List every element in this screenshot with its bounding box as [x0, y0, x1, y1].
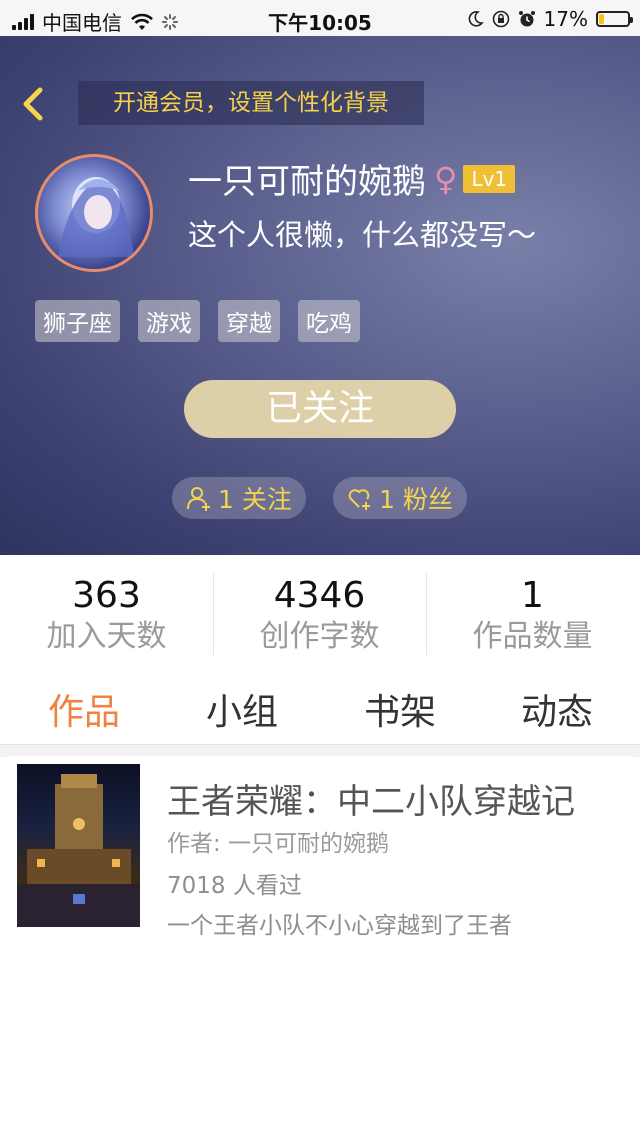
- book-cover[interactable]: [17, 764, 140, 927]
- fans-count-button[interactable]: 1 粉丝: [333, 477, 467, 519]
- battery-icon: [596, 11, 633, 27]
- book-views: 7018 人看过: [167, 873, 302, 899]
- battery-percent: 17%: [543, 7, 588, 31]
- book-card[interactable]: 王者荣耀：中二小队穿越记 作者: 一只可耐的婉鹅 7018 人看过 一个王者小队…: [10, 756, 630, 942]
- tag-list: 狮子座 游戏 穿越 吃鸡: [35, 300, 360, 342]
- level-badge: Lv1: [463, 164, 516, 193]
- book-author: 作者: 一只可耐的婉鹅: [167, 831, 390, 857]
- tab-activity[interactable]: 动态: [521, 683, 593, 735]
- stat-label: 创作字数: [259, 619, 380, 654]
- stat-word-count: 4346 创作字数: [213, 555, 426, 665]
- tag-item: 吃鸡: [298, 300, 360, 342]
- stat-value: 4346: [273, 575, 366, 616]
- tab-groups[interactable]: 小组: [206, 683, 278, 735]
- female-icon: ♀: [434, 159, 458, 198]
- profile-header: 开通会员，设置个性化背景 一只可耐的婉鹅 ♀ Lv1 这个人很懒，什么都没写～ …: [0, 36, 640, 555]
- tag-item: 狮子座: [35, 300, 120, 342]
- moon-icon: [468, 11, 484, 27]
- cover-image: [17, 774, 140, 927]
- tab-works[interactable]: 作品: [48, 683, 120, 735]
- stat-works-count: 1 作品数量: [426, 555, 639, 665]
- back-arrow-icon[interactable]: [14, 84, 50, 124]
- rotation-lock-icon: [492, 10, 509, 28]
- status-bar: 中国电信 下午10:05 17%: [0, 0, 640, 36]
- stat-label: 加入天数: [46, 619, 167, 654]
- tag-item: 游戏: [138, 300, 200, 342]
- add-user-icon: [187, 487, 210, 511]
- tab-bookshelf[interactable]: 书架: [364, 683, 436, 735]
- stat-value: 363: [72, 575, 141, 616]
- vip-banner[interactable]: 开通会员，设置个性化背景: [78, 81, 424, 125]
- username: 一只可耐的婉鹅: [188, 162, 426, 202]
- book-title[interactable]: 王者荣耀：中二小队穿越记: [167, 774, 575, 823]
- stat-join-days: 363 加入天数: [0, 555, 213, 665]
- stat-value: 1: [521, 575, 544, 616]
- following-count-button[interactable]: 1 关注: [172, 477, 306, 519]
- tag-item: 穿越: [218, 300, 280, 342]
- heart-plus-icon: [348, 489, 370, 510]
- stats-row: 363 加入天数 4346 创作字数 1 作品数量: [0, 555, 640, 665]
- book-description: 一个王者小队不小心穿越到了王者: [167, 913, 512, 939]
- alarm-icon: [518, 11, 535, 27]
- following-count: 1 关注: [218, 485, 292, 514]
- avatar[interactable]: [35, 154, 153, 272]
- tab-bar: 作品 小组 书架 动态: [0, 665, 640, 745]
- avatar-image: [58, 177, 134, 257]
- stat-label: 作品数量: [472, 619, 593, 654]
- followed-button[interactable]: 已关注: [184, 380, 456, 438]
- fans-count: 1 粉丝: [379, 485, 453, 514]
- bio-text: 这个人很懒，什么都没写～: [188, 218, 537, 252]
